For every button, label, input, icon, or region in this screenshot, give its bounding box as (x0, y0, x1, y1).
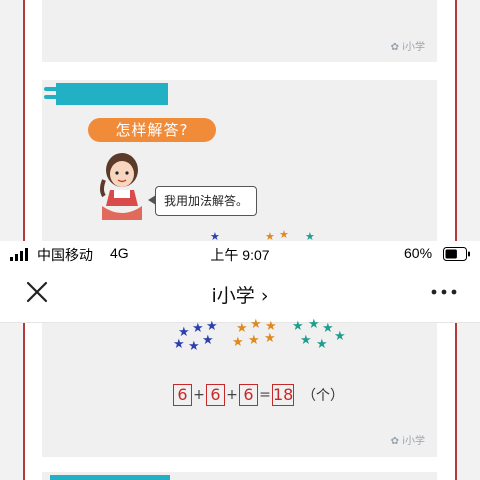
operand-box: 6 (239, 384, 258, 406)
operand-box: 6 (206, 384, 225, 406)
svg-text:★: ★ (279, 228, 289, 241)
svg-text:★: ★ (188, 339, 200, 354)
more-options-icon[interactable] (430, 285, 458, 299)
result-box: 18 (272, 384, 294, 406)
svg-text:★: ★ (206, 319, 218, 334)
chevron-right-icon: › (260, 285, 269, 307)
wechat-icon: ✿ (390, 436, 400, 447)
svg-text:★: ★ (334, 329, 346, 344)
page-title: i小学 (211, 285, 255, 307)
svg-text:★: ★ (236, 321, 248, 336)
svg-text:★: ★ (232, 335, 244, 350)
plus-sign: + (193, 387, 205, 403)
svg-text:★: ★ (322, 321, 334, 336)
svg-text:★: ★ (173, 337, 185, 352)
plus-sign: + (226, 387, 238, 403)
status-bar: 中国移动 4G 上午 9:07 60% (0, 241, 480, 267)
account-title-link[interactable]: i小学 › (0, 281, 480, 308)
operand-box: 6 (173, 384, 192, 406)
wechat-icon: ✿ (390, 42, 400, 53)
battery-percent: 60% (404, 245, 433, 261)
svg-text:★: ★ (308, 318, 320, 332)
svg-text:★: ★ (316, 337, 328, 352)
svg-text:★: ★ (250, 318, 262, 332)
section-banner (44, 83, 168, 105)
watermark: ✿ i小学 (390, 436, 425, 447)
speech-bubble: 我用加法解答。 (148, 186, 257, 216)
svg-text:★: ★ (292, 319, 304, 334)
navigation-bar: i小学 › (0, 267, 480, 323)
next-section-banner (50, 475, 170, 480)
question-title: 怎样解答? (88, 118, 216, 142)
unit-label: （个） (302, 388, 344, 404)
svg-text:★: ★ (202, 333, 214, 348)
svg-text:★: ★ (300, 333, 312, 348)
svg-text:★: ★ (264, 331, 276, 346)
star-groups-illustration: ★ ★ ★ ★ ★ ★ ★ ★ ★ ★ ★ ★ ★ ★ ★ ★ ★ ★ (173, 318, 346, 354)
svg-text:★: ★ (248, 333, 260, 348)
star-cluster-top: ★ ★ ★ ★ (210, 228, 315, 242)
addition-equation: 6 + 6 + 6 = 18 （个） (173, 384, 344, 406)
watermark: ✿ i小学 (390, 42, 425, 53)
content-card-top: ✿ i小学 (42, 0, 437, 62)
battery-icon (443, 247, 470, 261)
equals-sign: = (259, 387, 271, 403)
girl-illustration (100, 153, 142, 220)
